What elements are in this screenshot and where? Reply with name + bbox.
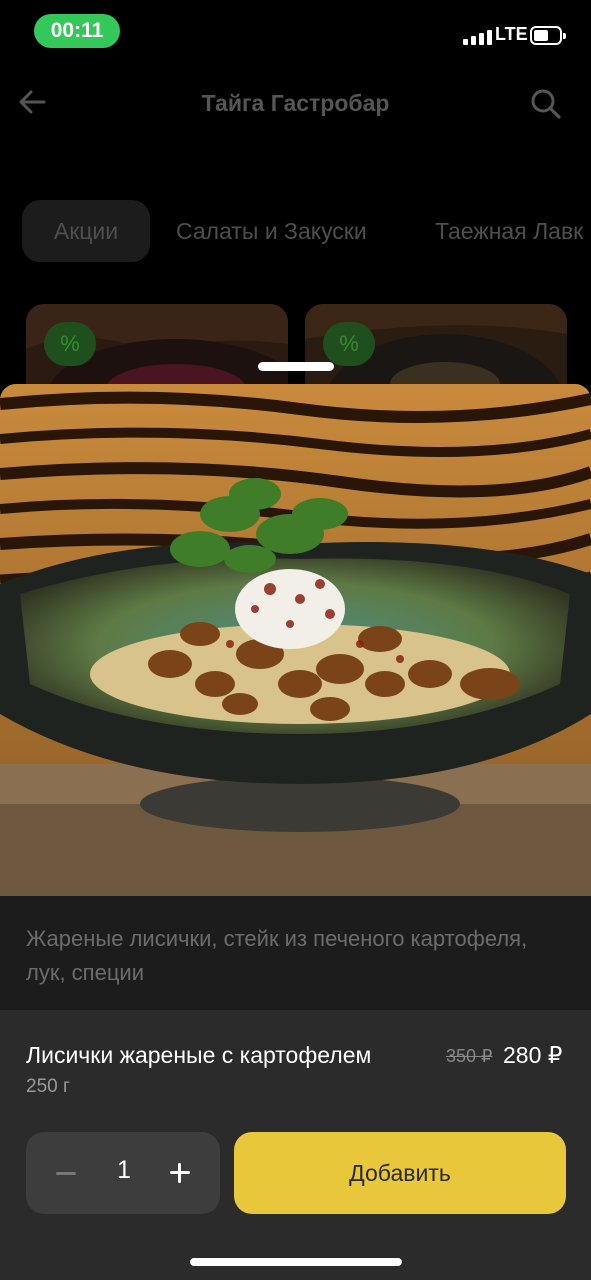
- network-label: LTE: [495, 24, 528, 44]
- product-weight: 250 г: [26, 1076, 70, 1097]
- current-price: 280 ₽: [503, 1042, 563, 1068]
- minus-icon[interactable]: [46, 1153, 86, 1193]
- quantity-stepper: 1: [26, 1132, 220, 1214]
- quantity-value: 1: [117, 1156, 131, 1184]
- battery-icon: [530, 26, 566, 45]
- home-indicator: [190, 1258, 402, 1266]
- product-description: Жареные лисички, стейк из печеного карто…: [26, 926, 528, 985]
- sheet-grabber[interactable]: [258, 362, 334, 371]
- tab-salads-snacks[interactable]: Салаты и Закуски: [176, 200, 367, 262]
- description-area: Жареные лисички, стейк из печеного карто…: [0, 896, 591, 1010]
- status-time: 00:11: [34, 14, 120, 48]
- discount-badge: %: [323, 322, 375, 366]
- search-icon[interactable]: [528, 86, 564, 122]
- background-page: Тайга Гастробар Акции Салаты и Закуски Т…: [0, 64, 591, 424]
- old-price: 350 ₽: [446, 1046, 493, 1066]
- plus-icon[interactable]: [160, 1153, 200, 1193]
- product-sheet: Жареные лисички, стейк из печеного карто…: [0, 384, 591, 1280]
- category-tabs: Акции Салаты и Закуски Таежная Лавк: [0, 200, 591, 264]
- page-title: Тайга Гастробар: [201, 90, 390, 116]
- signal-icon: [463, 30, 492, 45]
- product-photo: [0, 384, 591, 896]
- discount-badge: %: [44, 322, 96, 366]
- order-panel: Лисички жареные с картофелем 250 г 350 ₽…: [0, 1010, 591, 1280]
- add-to-cart-button[interactable]: Добавить: [234, 1132, 566, 1214]
- tab-taiga-shop[interactable]: Таежная Лавк: [435, 200, 583, 262]
- product-name: Лисички жареные с картофелем: [26, 1042, 372, 1068]
- header: Тайга Гастробар: [0, 64, 591, 144]
- tab-promotions[interactable]: Акции: [22, 200, 150, 262]
- status-bar: 00:11 LTE: [0, 0, 591, 64]
